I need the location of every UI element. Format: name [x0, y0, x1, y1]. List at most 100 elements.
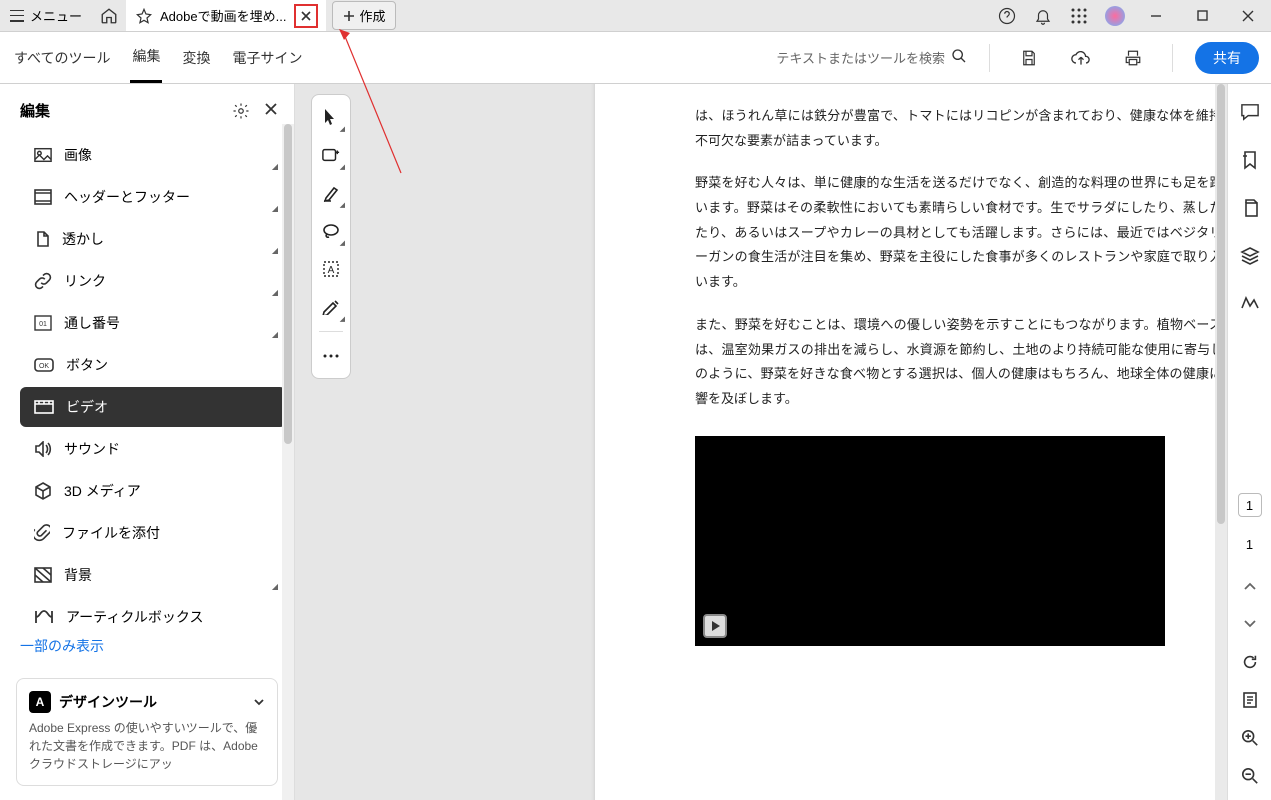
- page-badge[interactable]: 1: [1238, 493, 1262, 517]
- panel-item-label: 3D メディア: [64, 481, 141, 501]
- panel-item-background[interactable]: 背景◢: [20, 555, 286, 595]
- close-icon: [1242, 10, 1254, 22]
- cursor-icon: [324, 108, 338, 126]
- draw-tool[interactable]: ◢: [315, 289, 347, 325]
- document-tab[interactable]: Adobeで動画を埋め...: [126, 0, 326, 31]
- page-layout-button[interactable]: [1236, 686, 1264, 714]
- panel-item-header-footer[interactable]: ヘッダーとフッター◢: [20, 177, 286, 217]
- toolbar: すべてのツール 編集 変換 電子サイン テキストまたはツールを検索 共有: [0, 32, 1271, 84]
- panel-item-button[interactable]: OK ボタン: [20, 345, 286, 385]
- print-icon: [1124, 49, 1142, 67]
- gear-icon: [232, 102, 250, 120]
- search-input[interactable]: テキストまたはツールを検索: [772, 44, 967, 71]
- text-select-tool[interactable]: A: [315, 251, 347, 287]
- home-icon: [100, 7, 118, 25]
- panel-item-article-box[interactable]: アーティクルボックス: [20, 597, 286, 628]
- highlight-tool[interactable]: ◢: [315, 175, 347, 211]
- tab-title: Adobeで動画を埋め...: [160, 6, 286, 25]
- text-select-icon: A: [323, 261, 339, 277]
- image-icon: [34, 147, 52, 163]
- crop-panel-button[interactable]: [1236, 290, 1264, 318]
- menu-button[interactable]: メニュー: [0, 0, 92, 31]
- layers-panel-button[interactable]: [1236, 242, 1264, 270]
- adobe-logo-icon: A: [29, 691, 51, 713]
- help-button[interactable]: [989, 0, 1025, 31]
- rotate-icon: [1241, 653, 1259, 671]
- panel-close-button[interactable]: [264, 102, 278, 120]
- more-icon: [323, 354, 339, 358]
- design-tool-card[interactable]: A デザインツール Adobe Express の使いやすいツールで、優れた文書…: [16, 678, 278, 786]
- panel-item-numbering[interactable]: 01通し番号◢: [20, 303, 286, 343]
- link-icon: [34, 272, 52, 290]
- home-button[interactable]: [92, 0, 126, 31]
- tool-palette: ◢ ◢ ◢ ◢ A ◢: [311, 94, 351, 379]
- print-button[interactable]: [1116, 41, 1150, 75]
- create-button[interactable]: 作成: [332, 1, 396, 30]
- page-up-button[interactable]: [1236, 572, 1264, 600]
- apps-button[interactable]: [1061, 0, 1097, 31]
- panel-item-attach-file[interactable]: ファイルを添付: [20, 513, 286, 553]
- show-partial-link[interactable]: 一部のみ表示: [0, 628, 294, 664]
- star-icon: [136, 8, 152, 24]
- panel-item-sound[interactable]: サウンド: [20, 429, 286, 469]
- profile-button[interactable]: [1097, 0, 1133, 31]
- bookmark-panel-button[interactable]: [1236, 146, 1264, 174]
- panel-item-video[interactable]: ビデオ: [20, 387, 286, 427]
- zoom-out-icon: [1241, 767, 1259, 785]
- add-text-tool[interactable]: ◢: [315, 137, 347, 173]
- panel-item-3d-media[interactable]: 3D メディア: [20, 471, 286, 511]
- notifications-button[interactable]: [1025, 0, 1061, 31]
- select-tool[interactable]: ◢: [315, 99, 347, 135]
- lasso-tool[interactable]: ◢: [315, 213, 347, 249]
- svg-text:A: A: [328, 265, 335, 276]
- add-text-icon: [322, 147, 340, 163]
- comment-panel-button[interactable]: [1236, 98, 1264, 126]
- document-area: は、ほうれん草には鉄分が豊富で、トマトにはリコピンが含まれており、健康な体を維持…: [295, 84, 1227, 800]
- button-icon: OK: [34, 358, 54, 372]
- chevron-up-icon: [1243, 581, 1257, 591]
- more-tools[interactable]: [315, 338, 347, 374]
- tab-all-tools[interactable]: すべてのツール: [12, 34, 112, 82]
- svg-text:OK: OK: [39, 363, 49, 370]
- panel-item-label: ファイルを添付: [62, 523, 160, 543]
- cloud-upload-button[interactable]: [1064, 41, 1098, 75]
- panel-item-link[interactable]: リンク◢: [20, 261, 286, 301]
- play-button[interactable]: [703, 614, 727, 638]
- left-panel: 編集 画像◢ヘッダーとフッター◢透かし◢リンク◢01通し番号◢OKボタンビデオサ…: [0, 84, 295, 800]
- attach-file-icon: [34, 524, 50, 542]
- panel-item-watermark[interactable]: 透かし◢: [20, 219, 286, 259]
- search-icon: [951, 48, 967, 64]
- rotate-button[interactable]: [1236, 648, 1264, 676]
- embedded-video[interactable]: [695, 436, 1165, 646]
- panel-item-label: 透かし: [62, 229, 104, 249]
- apps-grid-icon: [1071, 8, 1087, 24]
- panel-item-image[interactable]: 画像 ◢: [20, 135, 286, 175]
- save-button[interactable]: [1012, 41, 1046, 75]
- document-page[interactable]: は、ほうれん草には鉄分が豊富で、トマトにはリコピンが含まれており、健康な体を維持…: [595, 84, 1227, 800]
- tab-edit[interactable]: 編集: [130, 32, 162, 83]
- zoom-in-button[interactable]: [1236, 724, 1264, 752]
- search-placeholder: テキストまたはツールを検索: [776, 51, 945, 66]
- tab-esign[interactable]: 電子サイン: [230, 34, 304, 82]
- submenu-indicator-icon: ◢: [272, 330, 278, 339]
- minimize-button[interactable]: [1133, 0, 1179, 31]
- panel-settings-button[interactable]: [232, 102, 250, 120]
- layers-icon: [1240, 246, 1260, 266]
- design-card-title: デザインツール: [59, 692, 157, 712]
- zoom-out-button[interactable]: [1236, 762, 1264, 790]
- panel-scrollbar[interactable]: [282, 124, 294, 800]
- clipboard-panel-button[interactable]: [1236, 194, 1264, 222]
- page-down-button[interactable]: [1236, 610, 1264, 638]
- document-scrollbar[interactable]: [1215, 84, 1227, 800]
- share-button[interactable]: 共有: [1195, 42, 1259, 74]
- create-label: 作成: [359, 6, 385, 25]
- maximize-button[interactable]: [1179, 0, 1225, 31]
- chevron-down-icon[interactable]: [253, 696, 265, 708]
- submenu-indicator-icon: ◢: [272, 162, 278, 171]
- tab-convert[interactable]: 変換: [180, 34, 212, 82]
- tab-close-button[interactable]: [294, 4, 318, 28]
- panel-item-label: 画像: [64, 145, 92, 165]
- panel-item-label: ボタン: [66, 355, 108, 375]
- window-close-button[interactable]: [1225, 0, 1271, 31]
- panel-header: 編集: [0, 84, 294, 133]
